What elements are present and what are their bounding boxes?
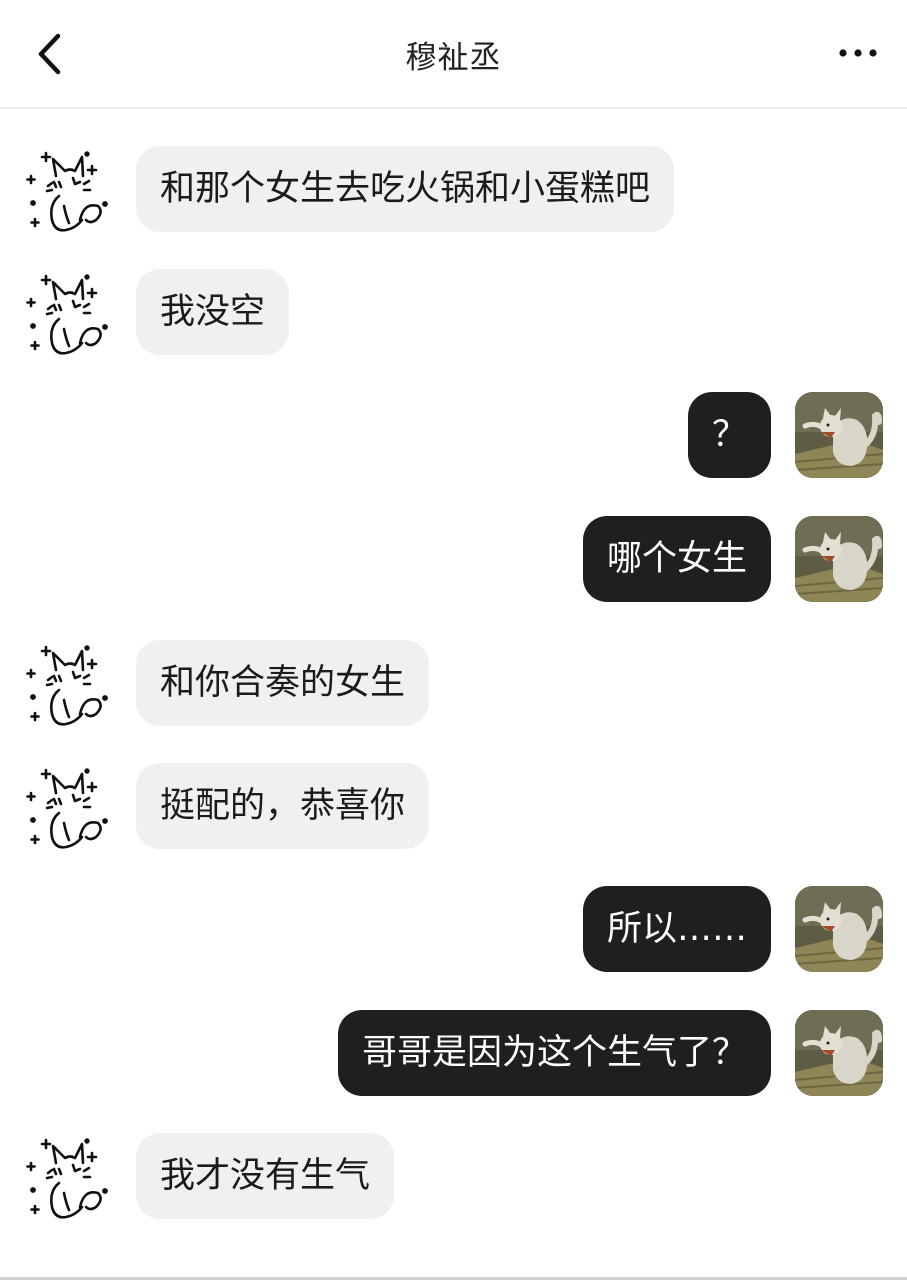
doodle-cat-avatar[interactable] [26,146,112,236]
message-row-incoming: 我没空 [0,269,907,359]
message-bubble[interactable]: 和你合奏的女生 [136,640,430,726]
message-row-incoming: 挺配的，恭喜你 [0,763,907,853]
more-button[interactable] [834,42,882,64]
message-bubble[interactable]: 哪个女生 [582,516,771,602]
message-row-outgoing: 哥哥是因为这个生气了？ [0,1010,907,1100]
message-row-incoming: 和你合奏的女生 [0,640,907,730]
doodle-cat-avatar[interactable] [26,1133,112,1223]
message-bubble[interactable]: 我才没有生气 [136,1133,395,1219]
doodle-cat-avatar[interactable] [26,763,112,853]
message-bubble[interactable]: 我没空 [136,269,290,355]
more-dots-icon [839,49,877,57]
doodle-cat-avatar[interactable] [26,640,112,730]
message-bubble[interactable]: 和那个女生去吃火锅和小蛋糕吧 [136,146,675,232]
message-row-incoming: 我才没有生气 [0,1133,907,1223]
message-bubble[interactable]: ？ [687,392,771,478]
message-bubble[interactable]: 哥哥是因为这个生气了？ [337,1010,771,1096]
painted-cat-avatar[interactable] [795,392,883,478]
painted-cat-avatar[interactable] [795,516,883,602]
message-bubble[interactable]: 所以…… [582,886,771,972]
message-row-outgoing: ？ [0,392,907,482]
chat-header: 穆祉丞 [0,0,907,109]
message-row-outgoing: 所以…… [0,886,907,976]
chat-title: 穆祉丞 [405,40,502,76]
painted-cat-avatar[interactable] [795,886,883,972]
doodle-cat-avatar[interactable] [26,269,112,359]
painted-cat-avatar[interactable] [795,1010,883,1096]
message-row-incoming: 和那个女生去吃火锅和小蛋糕吧 [0,146,907,236]
message-bubble[interactable]: 挺配的，恭喜你 [136,763,430,849]
message-row-outgoing: 哪个女生 [0,516,907,606]
